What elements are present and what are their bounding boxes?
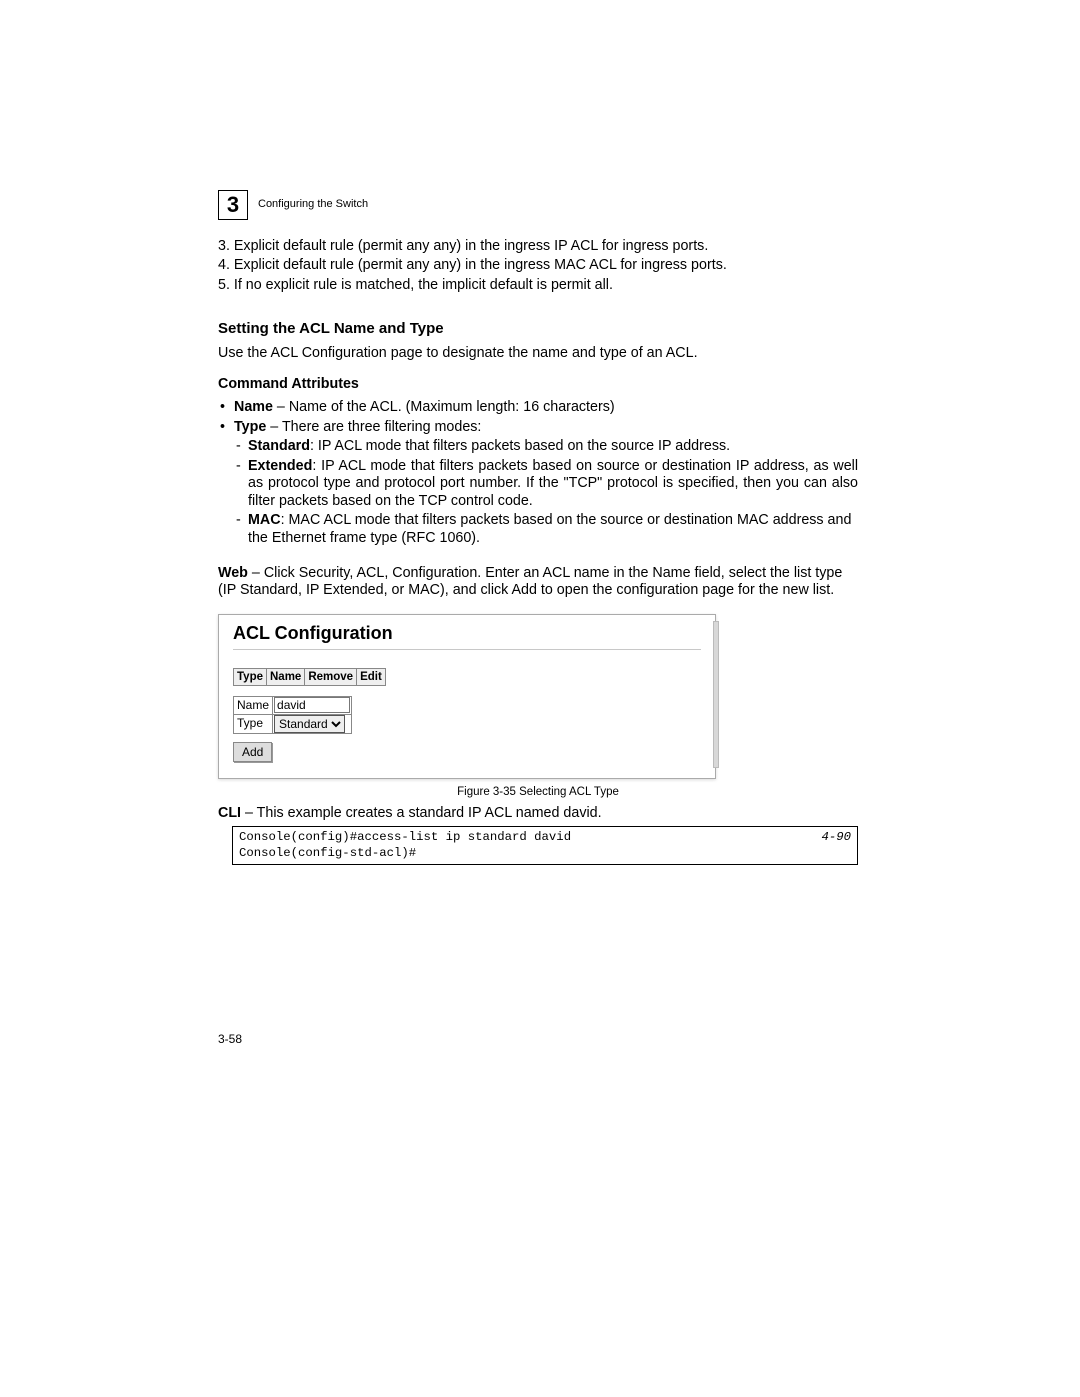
ss-type-label: Type (234, 714, 273, 733)
mode-standard-bold: Standard (248, 438, 310, 454)
cli-code-lines: Console(config)#access-list ip standard … (239, 830, 571, 861)
cli-bold: CLI (218, 805, 241, 821)
ss-th-name: Name (267, 669, 305, 686)
section-heading: Setting the ACL Name and Type (218, 320, 858, 338)
figure-caption: Figure 3-35 Selecting ACL Type (218, 785, 858, 799)
web-instructions: Web – Click Security, ACL, Configuration… (218, 565, 858, 600)
cli-intro: CLI – This example creates a standard IP… (218, 805, 858, 822)
mode-mac-text: : MAC ACL mode that filters packets base… (248, 512, 851, 545)
ss-divider (233, 649, 701, 650)
acl-type-select[interactable]: Standard (274, 715, 345, 733)
page-body: 3 Configuring the Switch 3. Explicit def… (218, 190, 858, 865)
section-intro: Use the ACL Configuration page to design… (218, 345, 858, 362)
cli-text: – This example creates a standard IP ACL… (241, 805, 602, 821)
attr-name-text: – Name of the ACL. (Maximum length: 16 c… (273, 399, 615, 415)
running-title: Configuring the Switch (258, 198, 368, 211)
mode-extended: Extended: IP ACL mode that filters packe… (234, 458, 858, 510)
web-text: – Click Security, ACL, Configuration. En… (218, 565, 842, 598)
chapter-header: 3 Configuring the Switch (218, 190, 858, 220)
mode-standard: Standard: IP ACL mode that filters packe… (234, 438, 858, 455)
attr-name: Name – Name of the ACL. (Maximum length:… (218, 399, 858, 416)
ss-name-label: Name (234, 697, 273, 715)
mode-mac: MAC: MAC ACL mode that filters packets b… (234, 512, 858, 547)
mode-mac-bold: MAC (248, 512, 281, 528)
web-bold: Web (218, 565, 248, 581)
add-button[interactable]: Add (233, 742, 272, 762)
cli-code-box: Console(config)#access-list ip standard … (232, 826, 858, 865)
command-attributes-heading: Command Attributes (218, 376, 858, 393)
attr-name-bold: Name (234, 399, 273, 415)
cli-code-ref: 4-90 (821, 830, 851, 861)
rule-list: 3. Explicit default rule (permit any any… (218, 238, 858, 294)
page-number: 3-58 (218, 1032, 242, 1046)
acl-config-screenshot: ACL Configuration Type Name Remove Edit … (218, 614, 716, 779)
ss-th-type: Type (234, 669, 267, 686)
ss-header-table: Type Name Remove Edit (233, 668, 386, 686)
attr-type-text: – There are three filtering modes: (266, 419, 481, 435)
rule-3: 3. Explicit default rule (permit any any… (218, 238, 858, 255)
mode-extended-text: : IP ACL mode that filters packets based… (248, 458, 858, 509)
mode-standard-text: : IP ACL mode that filters packets based… (310, 438, 730, 454)
rule-5: 5. If no explicit rule is matched, the i… (218, 277, 858, 294)
chapter-number: 3 (218, 190, 248, 220)
ss-th-edit: Edit (357, 669, 386, 686)
ss-form-table: Name Type Standard (233, 696, 352, 734)
attr-type-bold: Type (234, 419, 266, 435)
attributes-list: Name – Name of the ACL. (Maximum length:… (218, 399, 858, 547)
ss-th-remove: Remove (305, 669, 357, 686)
rule-4: 4. Explicit default rule (permit any any… (218, 257, 858, 274)
ss-title: ACL Configuration (233, 623, 701, 645)
acl-name-input[interactable] (274, 697, 350, 713)
attr-type: Type – There are three filtering modes: … (218, 419, 858, 547)
mode-extended-bold: Extended (248, 458, 312, 474)
